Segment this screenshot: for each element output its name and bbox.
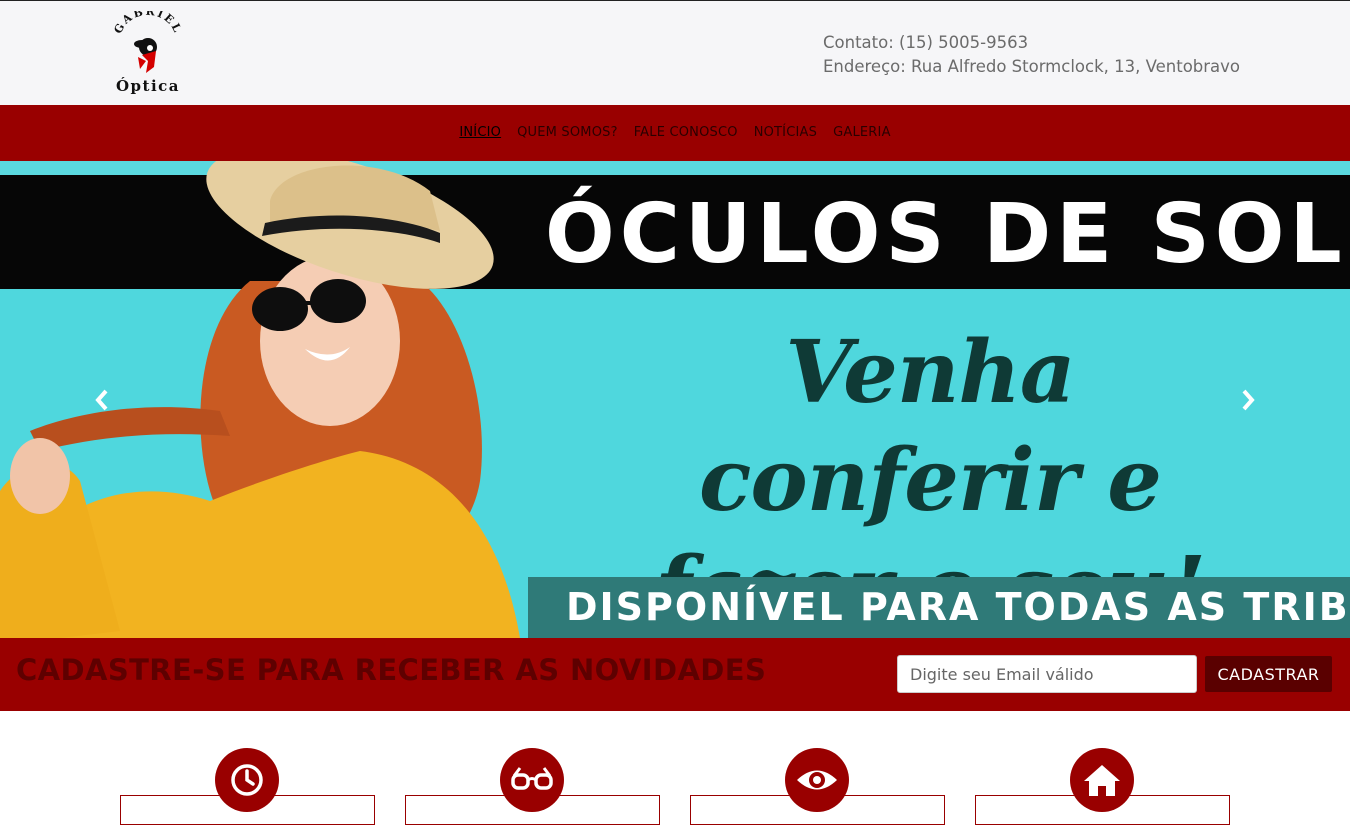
hero-carousel: ÓCULOS DE SOL Venha conferir e fazer o s… — [0, 161, 1350, 638]
nav-item-inicio[interactable]: INÍCIO — [459, 125, 501, 140]
newsletter-heading: CADASTRE-SE PARA RECEBER AS NOVIDADES — [16, 653, 767, 687]
woman-with-sunglasses-image — [0, 161, 520, 638]
chevron-right-icon — [1242, 389, 1255, 411]
hero-script-line-1: Venha conferir e — [699, 322, 1162, 531]
features-section — [0, 711, 1350, 825]
newsletter-bar: CADASTRE-SE PARA RECEBER AS NOVIDADES CA… — [0, 638, 1350, 711]
nav-item-quem-somos[interactable]: QUEM SOMOS? — [517, 125, 618, 140]
feature-icon-circle-3 — [785, 748, 849, 812]
glasses-icon — [511, 767, 553, 790]
home-icon — [1084, 765, 1120, 796]
chevron-left-icon — [95, 389, 108, 411]
hero-band-text: DISPONÍVEL PARA TODAS AS TRIBOS — [566, 585, 1350, 629]
contact-info: Contato: (15) 5005-9563 Endereço: Rua Al… — [823, 31, 1240, 79]
cadastrar-button[interactable]: CADASTRAR — [1205, 656, 1332, 692]
contact-address: Endereço: Rua Alfredo Stormclock, 13, Ve… — [823, 57, 1241, 76]
main-nav: INÍCIO QUEM SOMOS? FALE CONOSCO NOTÍCIAS… — [0, 105, 1350, 161]
feature-icon-circle-1 — [215, 748, 279, 812]
hero-title: ÓCULOS DE SOL — [545, 187, 1347, 282]
feature-icon-circle-2 — [500, 748, 564, 812]
svg-text:GABRIEL: GABRIEL — [112, 11, 184, 36]
nav-item-galeria[interactable]: GALERIA — [833, 125, 891, 140]
eye-icon — [797, 770, 837, 790]
svg-text:Óptica: Óptica — [116, 77, 180, 95]
clock-icon — [231, 764, 263, 796]
carousel-next-button[interactable] — [1238, 385, 1258, 415]
site-header: GABRIEL Óptica Contato: (15) 5005-9563 E… — [0, 1, 1350, 105]
optica-logo[interactable]: GABRIEL Óptica — [112, 11, 184, 97]
nav-item-fale-conosco[interactable]: FALE CONOSCO — [634, 125, 738, 140]
feature-icon-circle-4 — [1070, 748, 1134, 812]
carousel-prev-button[interactable] — [92, 385, 112, 415]
email-input[interactable] — [897, 655, 1197, 693]
nav-item-noticias[interactable]: NOTÍCIAS — [754, 125, 817, 140]
contact-phone: Contato: (15) 5005-9563 — [823, 33, 1029, 52]
